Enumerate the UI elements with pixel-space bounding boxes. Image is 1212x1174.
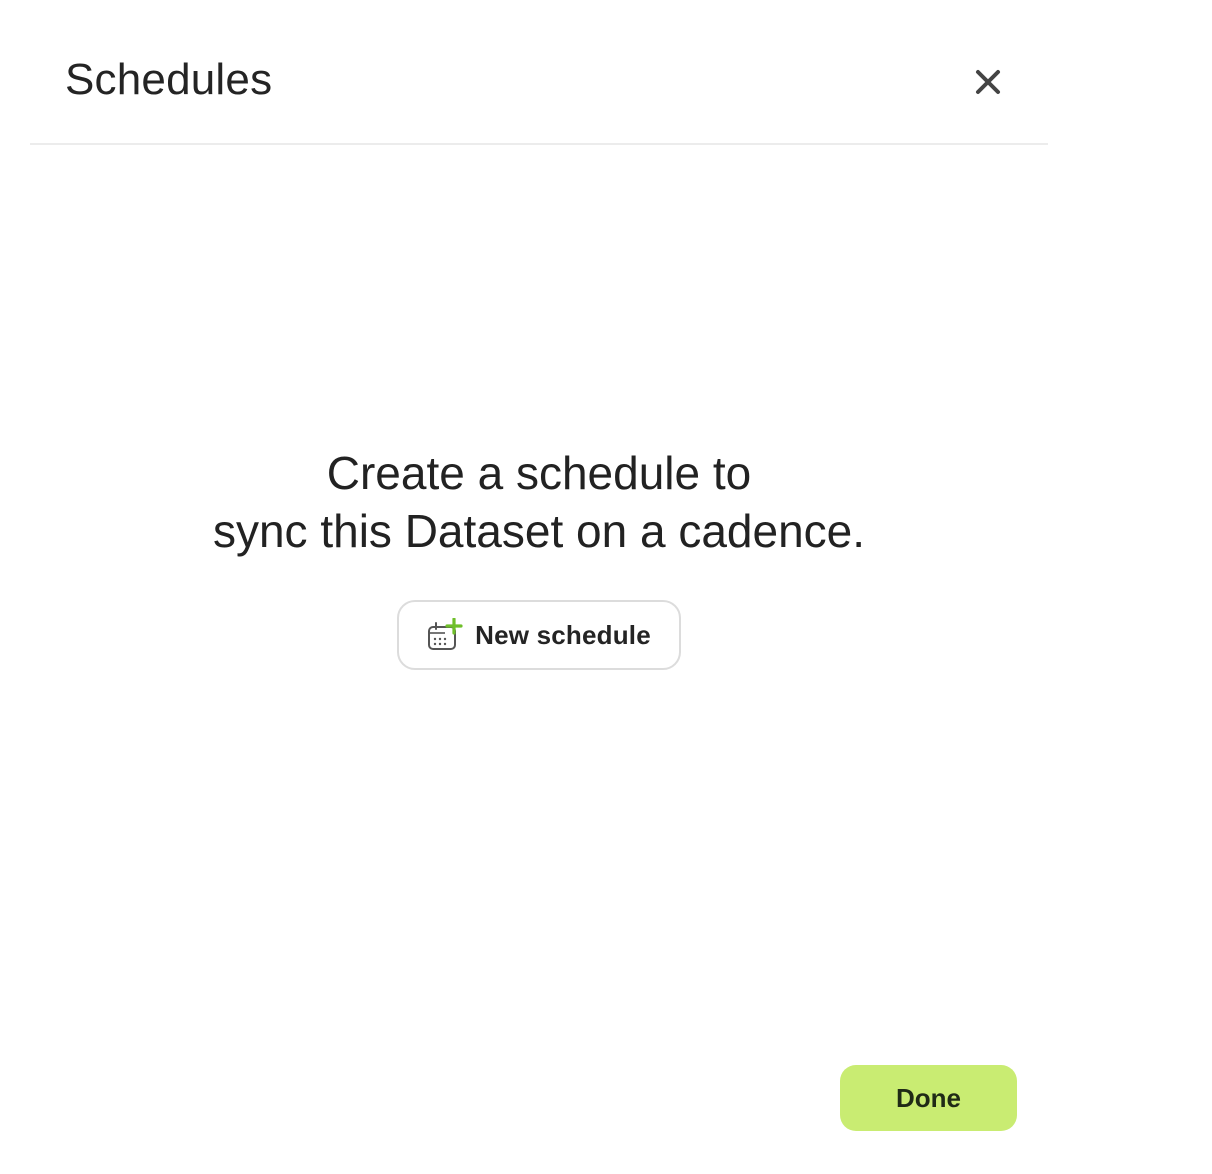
close-button[interactable]: [968, 62, 1008, 102]
dialog-header: Schedules: [30, 20, 1048, 145]
done-button[interactable]: Done: [840, 1065, 1017, 1131]
empty-state-message: Create a schedule to sync this Dataset o…: [213, 444, 865, 560]
calendar-add-icon: [428, 618, 463, 650]
new-schedule-button[interactable]: New schedule: [397, 600, 681, 670]
empty-state-line-1: Create a schedule to: [326, 447, 752, 499]
dialog-title: Schedules: [65, 55, 273, 104]
new-schedule-label: New schedule: [475, 619, 651, 650]
empty-state: Create a schedule to sync this Dataset o…: [30, 444, 1048, 670]
close-icon: [976, 70, 1000, 94]
empty-state-line-2: sync this Dataset on a cadence.: [212, 505, 866, 557]
schedules-dialog: Schedules Create a schedule to sync this…: [30, 20, 1048, 1162]
done-label: Done: [896, 1082, 961, 1113]
